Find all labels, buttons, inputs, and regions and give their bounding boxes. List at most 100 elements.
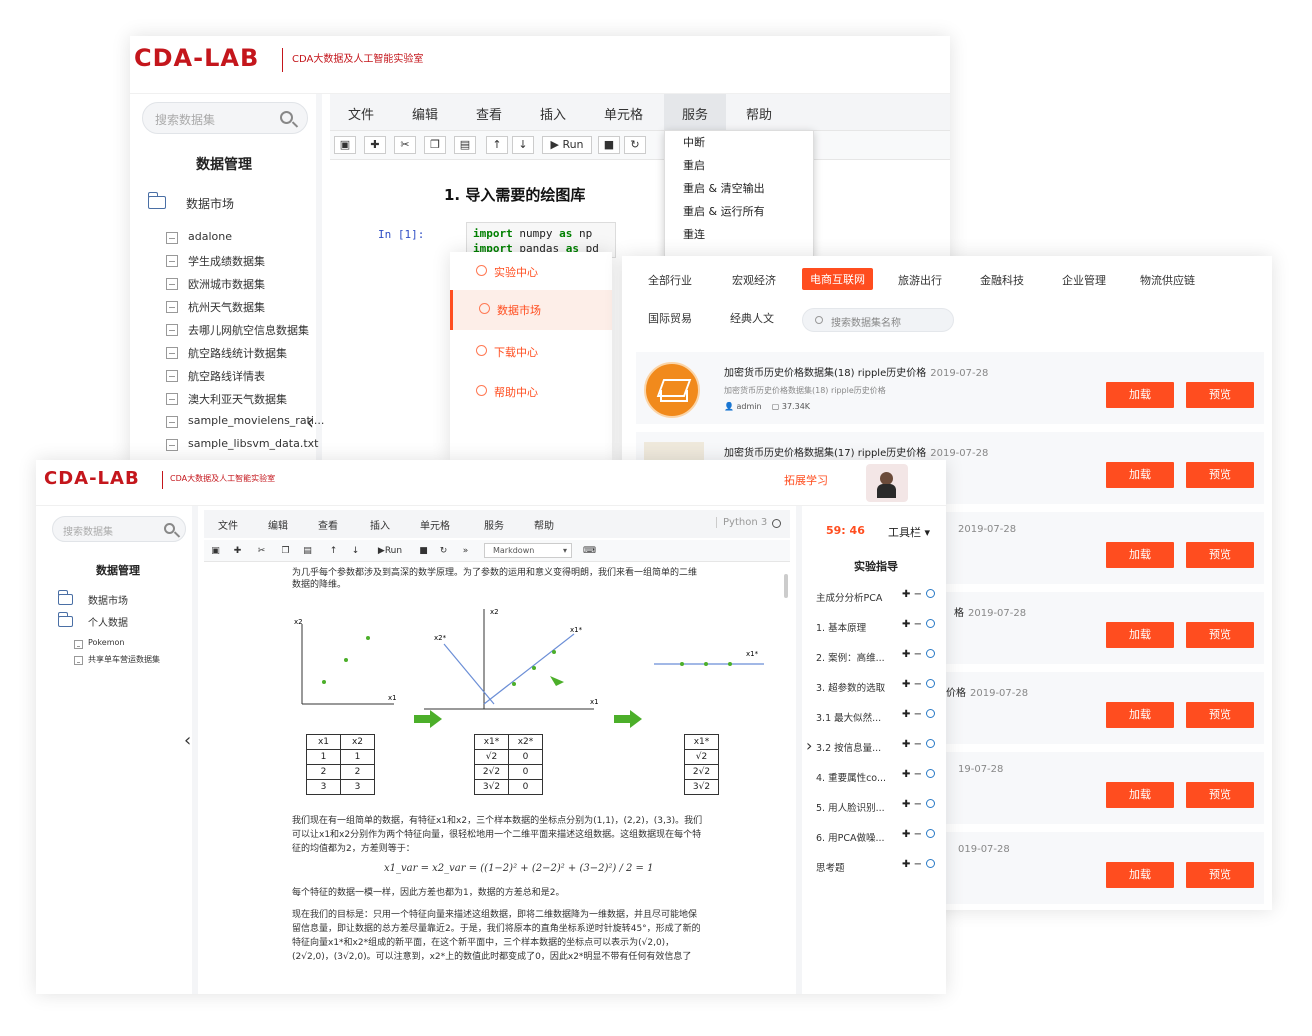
status-icon[interactable] <box>925 709 935 718</box>
cda-lab-logo[interactable]: CDA-LAB <box>134 44 259 72</box>
load-button[interactable]: 加载 <box>1106 382 1174 408</box>
add-icon[interactable]: ✚ <box>902 619 910 630</box>
menu-file[interactable]: 文件 <box>348 104 374 123</box>
load-button[interactable]: 加载 <box>1106 782 1174 808</box>
add-icon[interactable]: ✚ <box>902 649 910 660</box>
tools-toggle[interactable]: 工具栏 ▾ <box>888 524 930 540</box>
category-humanities[interactable]: 经典人文 <box>730 310 774 326</box>
menu-cell[interactable]: 单元格 <box>420 517 450 532</box>
cut-icon[interactable]: ✂ <box>394 136 416 154</box>
move-down-icon[interactable]: ↓ <box>512 136 534 154</box>
search-icon[interactable] <box>164 523 175 534</box>
menu-file[interactable]: 文件 <box>218 517 238 532</box>
dataset-item[interactable]: 共享单车营运数据集 <box>88 654 160 665</box>
guide-item[interactable]: 6. 用PCA做噪... <box>816 830 885 844</box>
guide-item-controls[interactable]: ✚ − <box>902 709 935 720</box>
dataset-item[interactable]: 杭州天气数据集 <box>188 299 265 315</box>
remove-icon[interactable]: − <box>914 829 922 840</box>
add-icon[interactable]: ✚ <box>902 679 910 690</box>
paste-icon[interactable]: ▤ <box>454 136 476 154</box>
cda-lab-logo[interactable]: CDA-LAB <box>44 468 140 489</box>
remove-icon[interactable]: − <box>914 589 922 600</box>
cell-type-select[interactable]: Markdown ▾ <box>484 543 572 558</box>
remove-icon[interactable]: − <box>914 619 922 630</box>
preview-button[interactable]: 预览 <box>1186 702 1254 728</box>
guide-item-controls[interactable]: ✚ − <box>902 859 935 870</box>
preview-button[interactable]: 预览 <box>1186 542 1254 568</box>
status-icon[interactable] <box>925 799 935 808</box>
dataset-title[interactable]: 加密货币历史价格数据集(17) ripple历史价格 <box>724 448 926 459</box>
preview-button[interactable]: 预览 <box>1186 782 1254 808</box>
save-icon[interactable]: ▣ <box>208 544 223 558</box>
status-icon[interactable] <box>925 859 935 868</box>
stop-icon[interactable]: ■ <box>598 136 620 154</box>
menu-help[interactable]: 帮助 <box>534 517 554 532</box>
restart-icon[interactable]: ↻ <box>436 544 451 558</box>
add-icon[interactable]: ✚ <box>902 709 910 720</box>
guide-item[interactable]: 5. 用人脸识别... <box>816 800 885 814</box>
add-cell-icon[interactable]: ✚ <box>230 544 245 558</box>
category-logistics[interactable]: 物流供应链 <box>1140 272 1195 288</box>
load-button[interactable]: 加载 <box>1106 702 1174 728</box>
guide-item-controls[interactable]: ✚ − <box>902 769 935 780</box>
menu-item-interrupt[interactable]: 中断 <box>665 131 813 154</box>
menu-item-restart[interactable]: 重启 <box>665 154 813 177</box>
run-button[interactable]: ▶Run <box>372 544 408 558</box>
guide-item[interactable]: 4. 重要属性co... <box>816 770 886 784</box>
scrollbar[interactable] <box>784 574 788 598</box>
category-management[interactable]: 企业管理 <box>1062 272 1106 288</box>
category-macro[interactable]: 宏观经济 <box>732 272 776 288</box>
guide-item[interactable]: 主成分分析PCA <box>816 590 882 604</box>
status-icon[interactable] <box>925 679 935 688</box>
guide-item[interactable]: 2. 案例：高维... <box>816 650 885 664</box>
category-ecommerce[interactable]: 电商互联网 <box>802 268 873 290</box>
menu-insert[interactable]: 插入 <box>370 517 390 532</box>
menu-item-restart-run[interactable]: 重启 & 运行所有 <box>665 200 813 223</box>
preview-button[interactable]: 预览 <box>1186 462 1254 488</box>
remove-icon[interactable]: − <box>914 649 922 660</box>
load-button[interactable]: 加载 <box>1106 462 1174 488</box>
menu-help[interactable]: 帮助 <box>746 104 772 123</box>
menu-service[interactable]: 服务 <box>664 94 726 130</box>
dataset-item[interactable]: 澳大利亚天气数据集 <box>188 391 287 407</box>
collapse-sidebar-icon[interactable]: ‹ <box>184 730 191 751</box>
dataset-item[interactable]: 去哪儿网航空信息数据集 <box>188 322 309 338</box>
dataset-item[interactable]: Pokemon <box>88 638 124 647</box>
dataset-item[interactable]: adalone <box>188 230 232 243</box>
status-icon[interactable] <box>925 769 935 778</box>
copy-icon[interactable]: ❐ <box>424 136 446 154</box>
guide-item[interactable]: 3.1 最大似然... <box>816 710 881 724</box>
remove-icon[interactable]: − <box>914 769 922 780</box>
folder-data-market[interactable]: 数据市场 <box>88 592 128 607</box>
menu-edit[interactable]: 编辑 <box>268 517 288 532</box>
dataset-search-input[interactable]: 搜索数据集 <box>52 516 186 542</box>
dataset-item[interactable]: 欧洲城市数据集 <box>188 276 265 292</box>
add-icon[interactable]: ✚ <box>902 829 910 840</box>
menu-item-restart-clear[interactable]: 重启 & 清空输出 <box>665 177 813 200</box>
guide-item-controls[interactable]: ✚ − <box>902 829 935 840</box>
remove-icon[interactable]: − <box>914 679 922 690</box>
remove-icon[interactable]: − <box>914 709 922 720</box>
expand-panel-icon[interactable]: › <box>806 736 812 755</box>
status-icon[interactable] <box>925 589 935 598</box>
move-down-icon[interactable]: ↓ <box>348 544 363 558</box>
preview-button[interactable]: 预览 <box>1186 862 1254 888</box>
menu-service[interactable]: 服务 <box>484 517 504 532</box>
add-icon[interactable]: ✚ <box>902 859 910 870</box>
guide-item-controls[interactable]: ✚ − <box>902 799 935 810</box>
guide-item[interactable]: 思考题 <box>816 860 845 874</box>
guide-item[interactable]: 3. 超参数的选取 <box>816 680 885 694</box>
category-travel[interactable]: 旅游出行 <box>898 272 942 288</box>
remove-icon[interactable]: − <box>914 859 922 870</box>
dataset-card[interactable]: 加密货币历史价格数据集(18) ripple历史价格 2019-07-28 加密货… <box>636 352 1264 424</box>
paste-icon[interactable]: ▤ <box>300 544 315 558</box>
fast-forward-icon[interactable]: » <box>458 544 473 558</box>
avatar[interactable] <box>866 464 908 502</box>
dataset-item[interactable]: 航空路线统计数据集 <box>188 345 287 361</box>
dataset-item[interactable]: 学生成绩数据集 <box>188 253 265 269</box>
market-search-input[interactable]: 搜索数据集名称 <box>802 308 954 332</box>
menu-item-reconnect[interactable]: 重连 <box>665 223 813 246</box>
status-icon[interactable] <box>925 739 935 748</box>
menu-cell[interactable]: 单元格 <box>604 104 643 123</box>
folder-data-market[interactable]: 数据市场 <box>186 195 234 212</box>
